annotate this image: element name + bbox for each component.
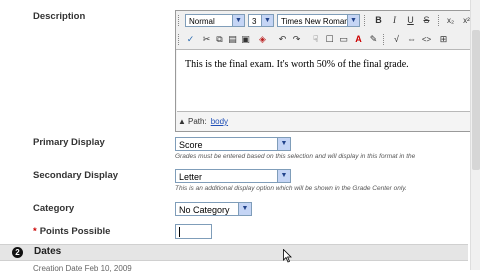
toolbar-grip (178, 15, 181, 26)
strikethrough-button[interactable]: S (420, 14, 433, 27)
undo-icon[interactable]: ↶ (276, 33, 289, 46)
description-label: Description (33, 11, 86, 22)
points-possible-label: * Points Possible (33, 226, 111, 237)
required-asterisk: * (33, 226, 37, 237)
editor-content[interactable]: This is the final exam. It's worth 50% o… (177, 50, 480, 112)
points-possible-input[interactable] (175, 224, 212, 239)
table-icon[interactable]: ☐ (323, 33, 336, 46)
dates-section-header: 2 Dates (0, 244, 468, 261)
chevron-down-icon: ▼ (261, 15, 273, 26)
chevron-down-icon: ▼ (277, 138, 290, 150)
highlight-icon[interactable]: ✎ (367, 33, 380, 46)
triangle-up-icon: ▲ (178, 117, 186, 126)
editor-toolbar-row-1: Normal ▼ 3 ▼ Times New Roman ▼ B I U S x₂ x… (176, 11, 480, 30)
subscript-button[interactable]: x₂ (444, 14, 457, 27)
path-body-link[interactable]: body (211, 117, 228, 126)
secondary-display-label: Secondary Display (33, 170, 119, 181)
step-number-badge: 2 (12, 247, 23, 258)
scrollbar-thumb[interactable] (472, 30, 480, 170)
editor-path-bar: ▲ Path: body (176, 113, 480, 130)
primary-display-hint: Grades must be entered based on this sel… (175, 153, 416, 160)
category-label: Category (33, 203, 75, 214)
font-family-select[interactable]: Times New Roman ▼ (277, 14, 360, 27)
section-title: Dates (34, 246, 62, 257)
rich-text-editor: Normal ▼ 3 ▼ Times New Roman ▼ B I U S x₂ x… (175, 10, 480, 132)
editor-text: This is the final exam. It's worth 50% o… (185, 59, 409, 70)
toolbar-grip (383, 34, 386, 45)
chevron-down-icon: ▼ (232, 15, 244, 26)
font-size-select[interactable]: 3 ▼ (248, 14, 274, 27)
chevron-down-icon: ▼ (347, 15, 359, 26)
math-icon[interactable]: √ (390, 33, 403, 46)
bold-button[interactable]: B (372, 14, 385, 27)
copy-icon[interactable]: ⧉ (213, 33, 226, 46)
toolbar-grip (438, 15, 441, 26)
italic-button[interactable]: I (388, 14, 401, 27)
chevron-down-icon: ▼ (277, 170, 290, 182)
clean-formatting-icon[interactable]: ◈ (256, 33, 269, 46)
format-select[interactable]: Normal ▼ (185, 14, 245, 27)
fullscreen-icon[interactable]: ⊞ (437, 33, 450, 46)
creation-date-text: Creation Date Feb 10, 2009 (33, 264, 132, 273)
vertical-scrollbar[interactable] (470, 0, 480, 270)
underline-button[interactable]: U (404, 14, 417, 27)
secondary-display-select[interactable]: Letter ▼ (175, 169, 291, 183)
paste-icon[interactable]: ▤ (226, 33, 239, 46)
secondary-display-hint: This is an additional display option whi… (175, 185, 407, 192)
text-caret (179, 227, 180, 237)
redo-icon[interactable]: ↷ (290, 33, 303, 46)
spell-icon[interactable]: ☟ (309, 33, 322, 46)
cut-icon[interactable]: ✂ (200, 33, 213, 46)
primary-display-select[interactable]: Score ▼ (175, 137, 291, 151)
text-color-icon[interactable]: A (352, 33, 365, 46)
source-code-icon[interactable]: <> (420, 33, 433, 46)
primary-display-label: Primary Display (33, 137, 105, 148)
chevron-down-icon: ▼ (238, 203, 251, 215)
spellcheck-icon[interactable]: ✓ (184, 33, 197, 46)
category-select[interactable]: No Category ▼ (175, 202, 252, 216)
rule-icon[interactable]: ▭ (337, 33, 350, 46)
toolbar-grip (364, 15, 367, 26)
paste-text-icon[interactable]: ▣ (239, 33, 252, 46)
mouse-pointer-icon (283, 249, 292, 263)
link-icon[interactable]: ⇔ (405, 33, 418, 46)
editor-toolbar-row-2: ✓ ✂ ⧉ ▤ ▣ ◈ ↶ ↷ ☟ ☐ ▭ A ✎ √ ⇔ <> ⊞ (176, 30, 480, 50)
toolbar-grip (178, 34, 181, 45)
